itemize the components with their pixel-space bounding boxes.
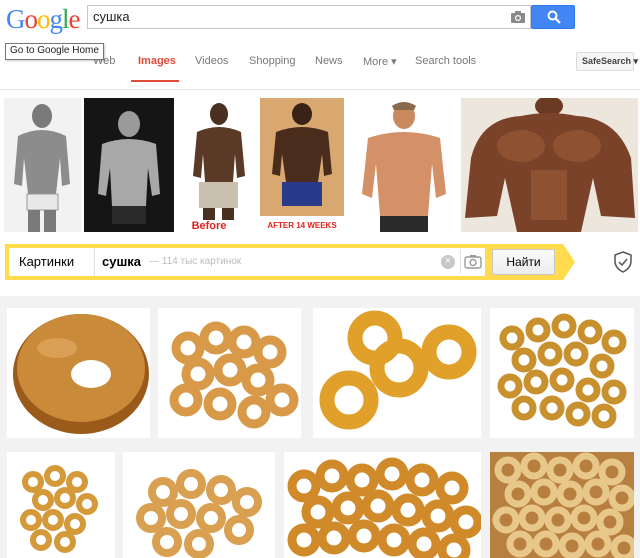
bagel-photo-icon [287,457,481,558]
result-tile[interactable] [284,452,481,558]
clear-icon[interactable]: × [441,255,455,269]
strip-image-4[interactable]: AFTER 14 WEEKS [260,98,344,232]
result-tile[interactable] [158,308,301,438]
bagel-photo-icon [490,452,634,558]
image-strip: Before AFTER 14 WEEKS [0,91,640,239]
camera-icon [464,255,482,269]
google-logo[interactable]: Google [6,4,80,35]
yandex-tab-images[interactable]: Картинки [9,248,95,276]
tab-videos[interactable]: Videos [195,55,228,67]
magnifier-icon [547,10,561,24]
google-search-button[interactable] [531,5,575,29]
strip-image-1[interactable] [4,98,81,232]
logo-letter: g [49,4,63,34]
logo-letter: o [37,4,50,34]
strip-image-5[interactable] [352,98,455,232]
result-tile[interactable] [490,308,634,438]
result-tile[interactable] [313,308,481,438]
man-photo-icon [352,98,455,232]
google-header: Google сушка Go to Google Home Web Image… [0,0,640,90]
strip-image-2[interactable] [84,98,174,232]
safesearch-button[interactable]: SafeSearch ▾ [576,52,638,71]
man-photo-icon [4,98,81,232]
shield-icon[interactable] [613,251,633,273]
yandex-bar-arrow [563,244,575,280]
tab-shopping[interactable]: Shopping [249,55,296,67]
yandex-result-count: — 114 тыс картинок [149,256,242,267]
strip-image-3[interactable]: Before [181,98,256,232]
bagel-photo-icon [497,313,627,429]
bagel-photo-icon [13,314,149,434]
strip-image-6[interactable] [461,98,638,232]
tab-more[interactable]: More ▾ [363,55,397,68]
bagel-photo-icon [20,465,98,553]
man-photo-icon [461,98,638,232]
tab-news[interactable]: News [315,55,343,67]
before-label: Before [192,220,227,232]
active-tab-indicator [131,80,179,82]
man-photo-icon: AFTER 14 WEEKS [260,98,344,232]
yandex-find-button[interactable]: Найти [492,249,555,275]
bagel-photo-icon [136,469,262,558]
google-search-input[interactable]: сушка [87,5,531,29]
after-label: AFTER 14 WEEKS [267,221,337,230]
result-tile[interactable] [490,452,634,558]
home-tooltip: Go to Google Home [5,43,104,60]
logo-letter: e [68,4,81,34]
camera-icon[interactable] [510,10,526,24]
tab-images[interactable]: Images [138,55,176,67]
yandex-search-bar: Картинки сушка — 114 тыс картинок × Найт… [5,244,575,280]
result-tile[interactable] [7,308,150,438]
bagel-photo-icon [169,321,299,429]
yandex-query[interactable]: сушка [102,254,141,269]
logo-letter: o [24,4,38,34]
man-photo-icon: Before [181,98,256,232]
bagel-photo-icon [319,310,477,430]
google-search-query[interactable]: сушка [93,9,130,24]
results-grid [0,296,640,558]
man-photo-icon [84,98,174,232]
tab-search-tools[interactable]: Search tools [415,55,476,67]
yandex-camera-button[interactable] [460,250,484,274]
result-tile[interactable] [7,452,115,558]
yandex-search-input[interactable]: Картинки сушка — 114 тыс картинок × [9,248,485,276]
logo-letter: G [6,4,25,34]
result-tile[interactable] [123,452,275,558]
